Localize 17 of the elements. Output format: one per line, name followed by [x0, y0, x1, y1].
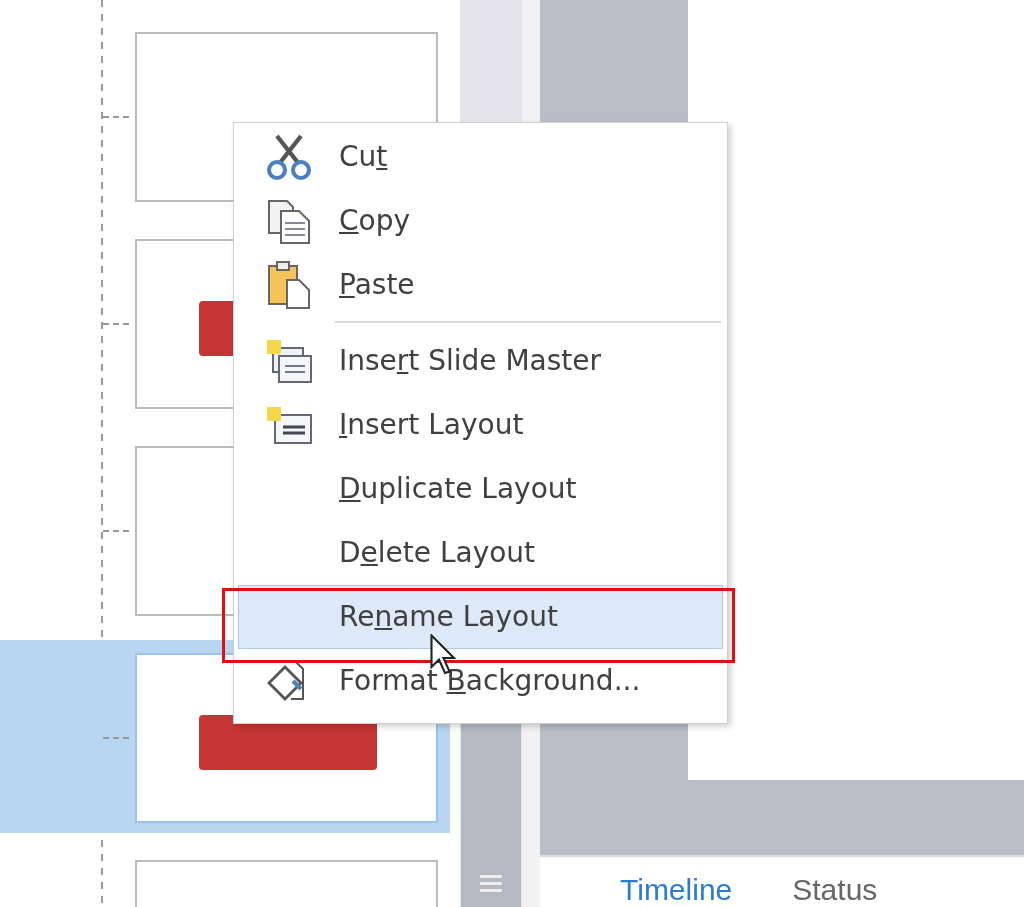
menu-item[interactable]: Insert Layout	[238, 393, 723, 457]
copy-icon	[265, 197, 313, 245]
menu-item[interactable]: Format Background...	[238, 649, 723, 713]
menu-item[interactable]: Rename Layout	[238, 585, 723, 649]
menu-item[interactable]: Copy	[238, 189, 723, 253]
panel-tab[interactable]: Status	[792, 875, 878, 907]
grip-icon	[480, 873, 502, 893]
scissors-icon	[267, 134, 311, 180]
menu-item[interactable]: Paste	[238, 253, 723, 317]
paste-icon	[265, 260, 313, 310]
new-master-icon	[265, 338, 313, 384]
menu-item[interactable]: Insert Slide Master	[238, 329, 723, 393]
new-layout-icon	[265, 405, 313, 445]
menu-item[interactable]: Delete Layout	[238, 521, 723, 585]
panel-tab[interactable]: Timeline	[620, 875, 733, 907]
menu-item[interactable]: Duplicate Layout	[238, 457, 723, 521]
menu-item[interactable]: Cut	[238, 125, 723, 189]
